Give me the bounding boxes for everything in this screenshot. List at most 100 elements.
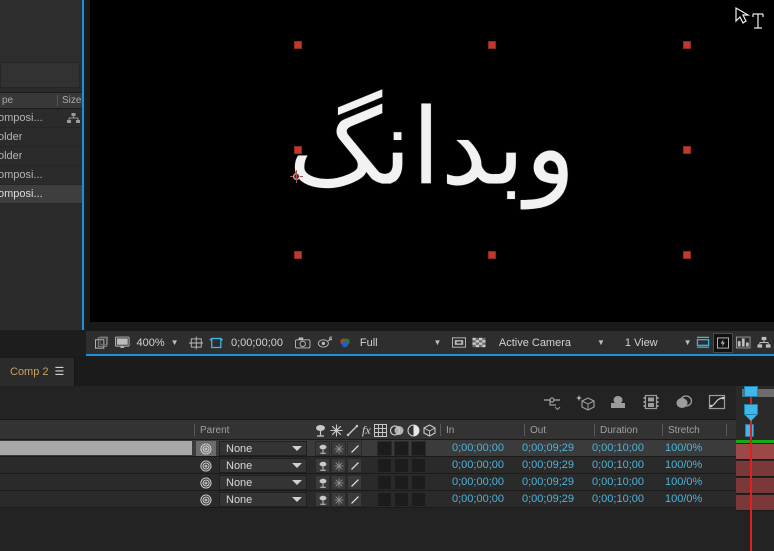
show-channel-icon[interactable] bbox=[335, 333, 356, 353]
project-column-size[interactable]: Size bbox=[58, 95, 82, 106]
layer-duration-bar[interactable] bbox=[736, 478, 774, 494]
cell-duration[interactable]: 0;00;10;00 bbox=[592, 440, 644, 456]
column-header-duration[interactable]: Duration bbox=[594, 420, 638, 440]
list-item[interactable]: omposi... bbox=[0, 185, 82, 204]
cell-out[interactable]: 0;00;09;29 bbox=[522, 457, 574, 473]
switch-draft[interactable] bbox=[347, 492, 362, 507]
cell-stretch[interactable]: 100/0% bbox=[665, 440, 702, 456]
show-snapshot-icon[interactable] bbox=[314, 333, 335, 353]
layer-duration-bar[interactable] bbox=[736, 495, 774, 511]
toggle-transparency-grid-icon[interactable] bbox=[92, 333, 112, 353]
comp-flowchart-icon[interactable] bbox=[754, 333, 774, 353]
cell-in[interactable]: 0;00;00;00 bbox=[452, 457, 504, 473]
motion-blur-icon[interactable] bbox=[389, 424, 404, 437]
toggle-mask-visibility-icon[interactable] bbox=[449, 333, 469, 353]
switch-frameblend[interactable] bbox=[377, 492, 392, 507]
switch-motionblur[interactable] bbox=[394, 475, 409, 490]
frame-blend-icon[interactable] bbox=[642, 394, 660, 412]
list-item[interactable]: older bbox=[0, 147, 82, 166]
view-layout-value[interactable]: 1 View bbox=[621, 337, 662, 349]
switch-3d[interactable] bbox=[411, 441, 426, 456]
quality-icon[interactable] bbox=[346, 424, 359, 437]
selection-handle[interactable] bbox=[683, 146, 691, 154]
switch-motionblur[interactable] bbox=[394, 492, 409, 507]
resolution-dropdown-icon[interactable]: ▼ bbox=[432, 338, 444, 347]
3d-layer-icon[interactable] bbox=[423, 423, 436, 437]
toggle-viewer-icon[interactable] bbox=[112, 333, 133, 353]
frame-blending-icon[interactable] bbox=[373, 423, 387, 437]
switch-3d[interactable] bbox=[411, 458, 426, 473]
cell-out[interactable]: 0;00;09;29 bbox=[522, 474, 574, 490]
view-select-value[interactable]: Active Camera bbox=[495, 337, 575, 349]
selection-handle[interactable] bbox=[294, 251, 302, 259]
cell-stretch[interactable]: 100/0% bbox=[665, 457, 702, 473]
layer-name-cell[interactable] bbox=[0, 457, 192, 473]
switch-quality[interactable] bbox=[331, 475, 346, 490]
parent-pickwhip-icon[interactable] bbox=[196, 475, 216, 490]
switch-frameblend[interactable] bbox=[377, 441, 392, 456]
table-row[interactable]: None 0;00;00;00 0;00;09;29 0;00;10;00 10… bbox=[0, 457, 774, 474]
layer-name-cell[interactable] bbox=[0, 474, 192, 490]
switch-draft[interactable] bbox=[347, 458, 362, 473]
switch-collapse[interactable] bbox=[315, 475, 330, 490]
column-header-in[interactable]: In bbox=[440, 420, 454, 440]
selection-handle[interactable] bbox=[683, 41, 691, 49]
3d-renderer-icon[interactable] bbox=[576, 394, 595, 412]
selection-handle[interactable] bbox=[294, 41, 302, 49]
column-header-stretch[interactable]: Stretch bbox=[662, 420, 700, 440]
switch-collapse[interactable] bbox=[315, 441, 330, 456]
time-indicator-handle[interactable] bbox=[744, 404, 758, 421]
switch-3d[interactable] bbox=[411, 475, 426, 490]
parent-pickwhip-icon[interactable] bbox=[196, 458, 216, 473]
view-layout-dropdown-icon[interactable]: ▼ bbox=[682, 338, 694, 347]
switch-frameblend[interactable] bbox=[377, 475, 392, 490]
switch-collapse[interactable] bbox=[315, 458, 330, 473]
parent-pickwhip-icon[interactable] bbox=[196, 441, 216, 456]
cell-out[interactable]: 0;00;09;29 bbox=[522, 491, 574, 507]
selection-handle[interactable] bbox=[488, 41, 496, 49]
adjustment-layer-icon[interactable] bbox=[407, 423, 420, 437]
cell-in[interactable]: 0;00;00;00 bbox=[452, 491, 504, 507]
tab-comp-2[interactable]: Comp 2 ☰ bbox=[0, 358, 75, 386]
selection-handle[interactable] bbox=[488, 251, 496, 259]
shy-icon[interactable] bbox=[314, 424, 327, 437]
project-column-type[interactable]: pe bbox=[0, 95, 57, 106]
parent-dropdown[interactable]: None bbox=[219, 441, 307, 456]
list-item[interactable]: older bbox=[0, 128, 82, 147]
timeline-graph-area[interactable]: s bbox=[736, 386, 774, 551]
composition-canvas[interactable]: وبدانگ bbox=[90, 0, 774, 322]
layer-name-cell[interactable] bbox=[0, 491, 192, 507]
resolution-value[interactable]: Full bbox=[356, 337, 382, 349]
switch-frameblend[interactable] bbox=[377, 458, 392, 473]
list-item[interactable]: omposi... bbox=[0, 166, 82, 185]
parent-pickwhip-icon[interactable] bbox=[196, 492, 216, 507]
work-area-start-handle[interactable] bbox=[744, 386, 758, 402]
switch-collapse[interactable] bbox=[315, 492, 330, 507]
cell-in[interactable]: 0;00;00;00 bbox=[452, 474, 504, 490]
magnification-value[interactable]: 400% bbox=[133, 337, 169, 349]
cell-stretch[interactable]: 100/0% bbox=[665, 474, 702, 490]
switch-motionblur[interactable] bbox=[394, 458, 409, 473]
list-item[interactable]: omposi... bbox=[0, 109, 82, 128]
project-column-header[interactable]: pe Size bbox=[0, 92, 82, 109]
cell-in[interactable]: 0;00;00;00 bbox=[452, 440, 504, 456]
fast-previews-icon[interactable] bbox=[713, 332, 734, 353]
parent-dropdown[interactable]: None bbox=[219, 475, 307, 490]
panel-menu-icon[interactable]: ☰ bbox=[55, 366, 65, 378]
region-of-interest-icon[interactable] bbox=[206, 333, 227, 353]
toggle-transparency-icon[interactable] bbox=[469, 333, 489, 353]
effects-fx-icon[interactable]: fx bbox=[362, 423, 371, 438]
cell-duration[interactable]: 0;00;10;00 bbox=[592, 474, 644, 490]
take-snapshot-icon[interactable] bbox=[292, 333, 313, 353]
switch-draft[interactable] bbox=[347, 441, 362, 456]
switch-draft[interactable] bbox=[347, 475, 362, 490]
motion-blur-icon[interactable] bbox=[609, 394, 627, 412]
switch-motionblur[interactable] bbox=[394, 441, 409, 456]
cell-out[interactable]: 0;00;09;29 bbox=[522, 440, 574, 456]
parent-dropdown[interactable]: None bbox=[219, 458, 307, 473]
table-row[interactable]: None 0;00;00;00 0;00;09;29 0;00;10;00 10… bbox=[0, 474, 774, 491]
search-icon[interactable] bbox=[543, 394, 561, 412]
view-select-dropdown-icon[interactable]: ▼ bbox=[595, 338, 607, 347]
switch-quality[interactable] bbox=[331, 492, 346, 507]
current-timecode[interactable]: 0;00;00;00 bbox=[227, 337, 287, 349]
